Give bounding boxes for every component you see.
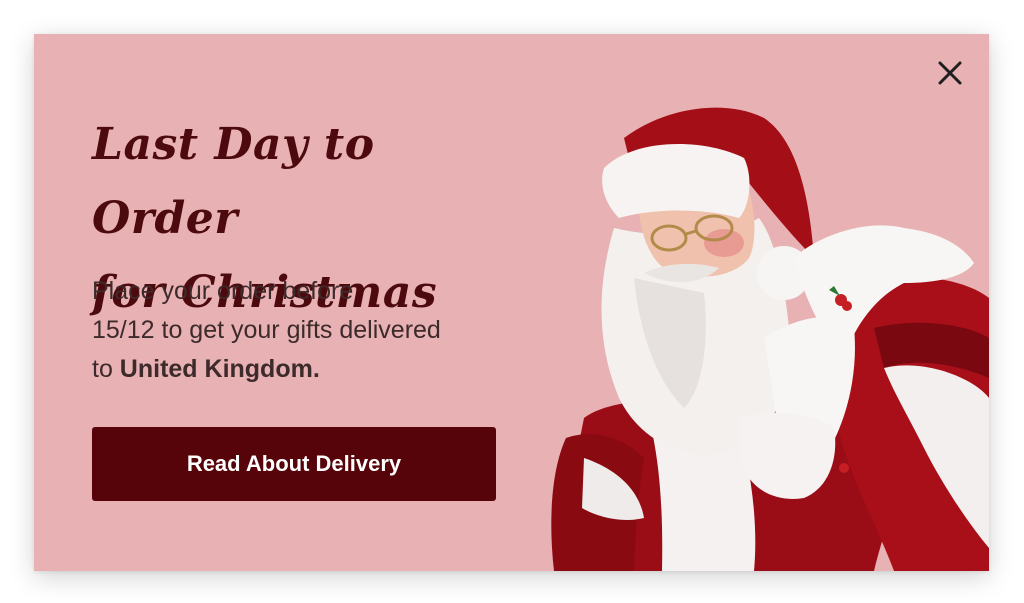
close-icon[interactable] xyxy=(937,60,963,86)
headline-line-1: Last Day to Order xyxy=(92,119,375,244)
country-name: United Kingdom. xyxy=(119,355,320,383)
body-line-2: 15/12 to get your gifts delivered xyxy=(92,316,441,344)
popup-body-text: Place your order before 15/12 to get you… xyxy=(92,272,512,389)
body-line-3-prefix: to xyxy=(92,355,120,383)
delivery-popup: Last Day to Order for Christmas Place yo… xyxy=(34,34,989,571)
cta-button-label: Read About Delivery xyxy=(186,451,402,476)
santa-claus-image xyxy=(551,107,989,571)
body-line-1: Place your order before xyxy=(92,277,354,305)
read-about-delivery-button[interactable]: Read About Delivery xyxy=(92,427,496,501)
close-button[interactable] xyxy=(937,60,963,86)
